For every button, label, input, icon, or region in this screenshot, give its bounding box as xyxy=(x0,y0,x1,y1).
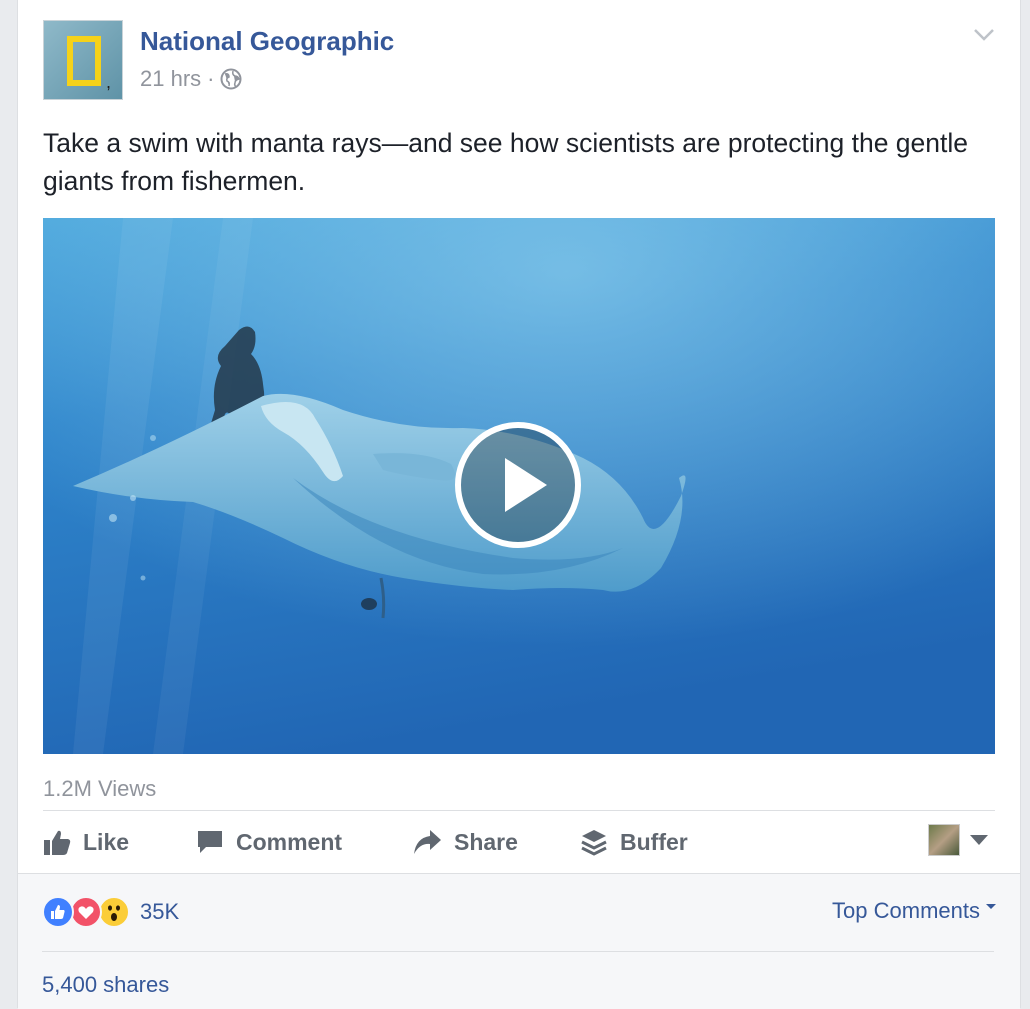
top-comments-label: Top Comments xyxy=(832,898,980,923)
shares-link[interactable]: 5,400 shares xyxy=(42,972,169,998)
share-button[interactable]: Share xyxy=(412,826,518,858)
buffer-button[interactable]: Buffer xyxy=(580,826,688,858)
globe-icon[interactable] xyxy=(220,68,242,90)
love-reaction-icon xyxy=(70,896,102,928)
chevron-down-icon[interactable] xyxy=(971,22,997,46)
post-card: , National Geographic 21 hrs · Take a sw… xyxy=(17,0,1021,1009)
post-meta: 21 hrs · xyxy=(140,66,242,92)
comment-label: Comment xyxy=(236,828,343,855)
buffer-icon xyxy=(581,830,607,856)
timestamp[interactable]: 21 hrs xyxy=(140,66,201,92)
like-label: Like xyxy=(83,828,130,855)
logo-mark: , xyxy=(106,72,112,92)
caret-down-icon xyxy=(986,904,996,909)
share-label: Share xyxy=(454,828,518,855)
natgeo-logo xyxy=(67,36,101,86)
page-avatar[interactable]: , xyxy=(43,20,123,100)
reaction-count[interactable]: 35K xyxy=(140,899,179,925)
video-player[interactable] xyxy=(43,218,995,754)
divider xyxy=(42,951,994,952)
view-count[interactable]: 1.2M Views xyxy=(43,776,156,802)
comment-icon xyxy=(198,831,222,853)
actor-selector[interactable] xyxy=(928,824,988,856)
play-icon[interactable] xyxy=(453,420,583,550)
thumbs-up-icon xyxy=(44,830,71,855)
caret-down-icon xyxy=(970,835,988,845)
meta-separator: · xyxy=(207,66,215,91)
post-text: Take a swim with manta rays—and see how … xyxy=(43,128,969,196)
like-button[interactable]: Like xyxy=(43,826,129,858)
like-reaction-icon xyxy=(42,896,74,928)
divider xyxy=(43,810,995,811)
reactions-summary[interactable]: 35K xyxy=(42,896,179,928)
user-avatar xyxy=(928,824,960,856)
comment-order-selector[interactable]: Top Comments xyxy=(832,898,996,924)
wow-reaction-icon xyxy=(98,896,130,928)
comment-button[interactable]: Comment xyxy=(196,826,342,858)
share-icon xyxy=(414,830,441,854)
page-name-link[interactable]: National Geographic xyxy=(140,26,394,57)
post-footer: 35K Top Comments 5,400 shares xyxy=(18,873,1020,1009)
buffer-label: Buffer xyxy=(620,828,688,855)
